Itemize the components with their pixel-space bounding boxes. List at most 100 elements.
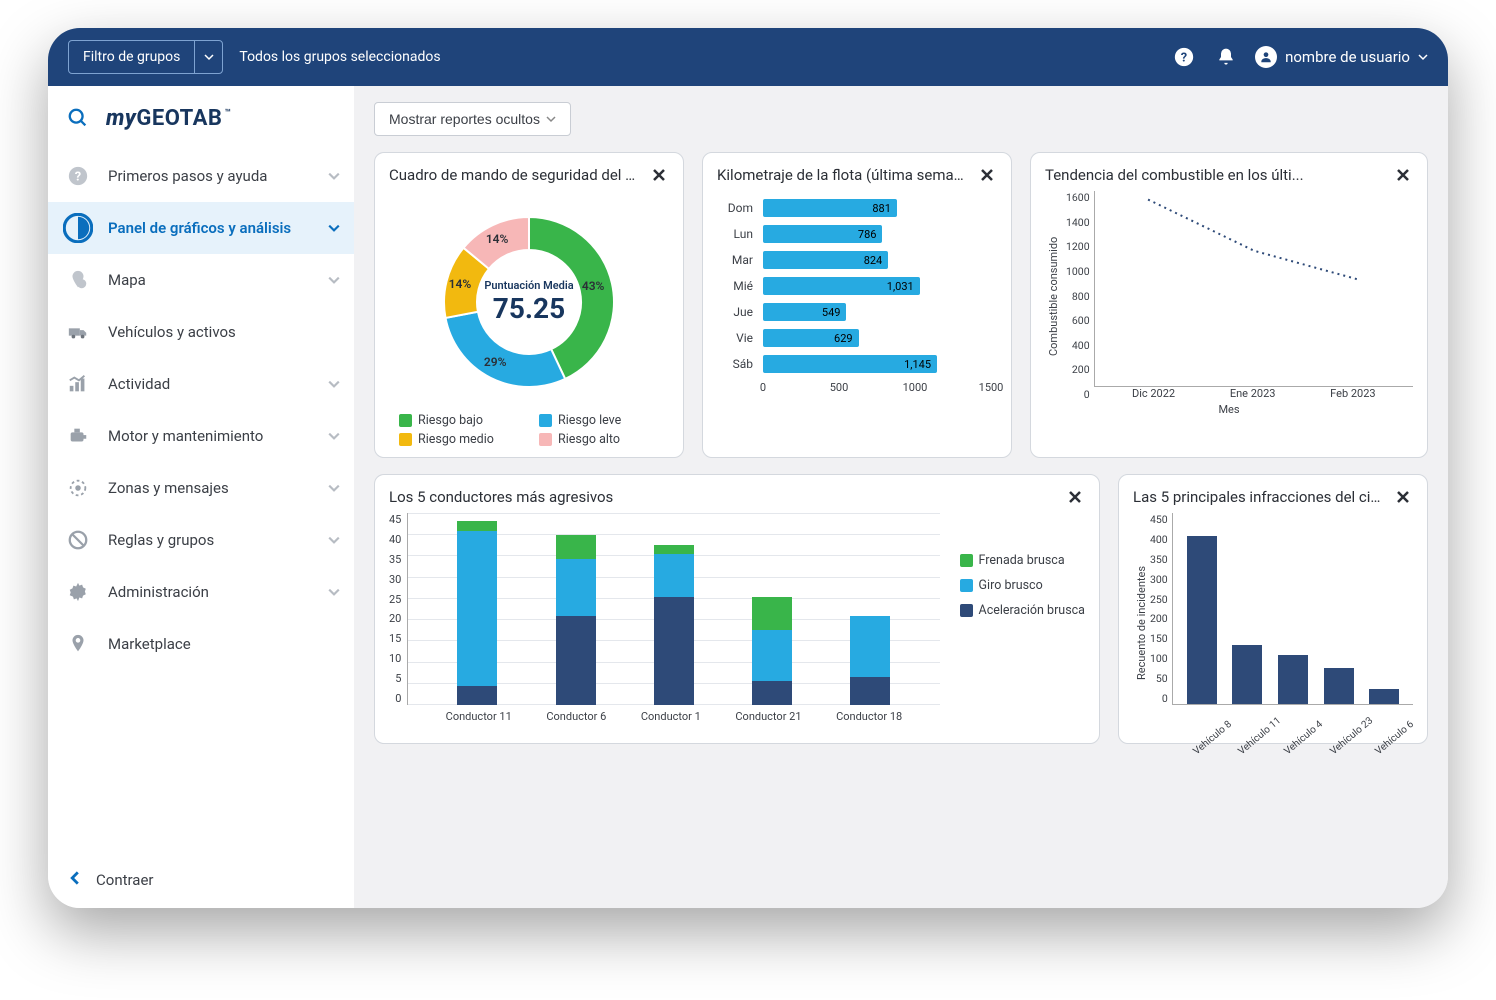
sb-chart: Recuento de incidentes 45040035030025020… bbox=[1133, 513, 1413, 733]
stack-legend: Frenada brusca Giro brusco Aceleración bru… bbox=[940, 513, 1085, 733]
help-circle-icon: ? bbox=[62, 160, 94, 192]
username-label: nombre de usuario bbox=[1285, 48, 1410, 66]
legend-item: Riesgo medio bbox=[399, 432, 519, 447]
sidebar-item-map-pin[interactable]: Mapa bbox=[48, 254, 354, 306]
card-title: Kilometraje de la flota (última semana) bbox=[717, 166, 967, 184]
group-filter-label: Filtro de grupos bbox=[69, 49, 194, 65]
hbar-row: Mié1,031 bbox=[717, 273, 991, 299]
donut-slice-label: 14% bbox=[449, 277, 472, 291]
sidebar-item-label: Panel de gráficos y análisis bbox=[108, 219, 314, 237]
truck-icon bbox=[62, 316, 94, 348]
chevron-down-icon bbox=[194, 41, 222, 73]
donut-chart: Puntuación Media 75.25 43%29%14%14% bbox=[424, 197, 634, 407]
card-title: Los 5 conductores más agresivos bbox=[389, 488, 613, 506]
chevron-down-icon bbox=[328, 167, 340, 186]
card-title: Las 5 principales infracciones del cint.… bbox=[1133, 488, 1383, 506]
donut-slice-label: 43% bbox=[582, 279, 605, 293]
sidebar-item-marketplace[interactable]: Marketplace bbox=[48, 618, 354, 670]
sidebar-item-help-circle[interactable]: ? Primeros pasos y ayuda bbox=[48, 150, 354, 202]
hbar-row: Lun786 bbox=[717, 221, 991, 247]
chevron-down-icon bbox=[1418, 52, 1428, 62]
hbar-row: Dom881 bbox=[717, 195, 991, 221]
card-safety-dashboard: Cuadro de mando de seguridad del co... P… bbox=[374, 152, 684, 458]
sidebar-item-gear[interactable]: Administración bbox=[48, 566, 354, 618]
search-icon[interactable] bbox=[64, 104, 92, 132]
sidebar-item-rules[interactable]: Reglas y grupos bbox=[48, 514, 354, 566]
sidebar-item-engine[interactable]: Motor y mantenimiento bbox=[48, 410, 354, 462]
svg-text:?: ? bbox=[1181, 51, 1187, 66]
sidebar-item-label: Reglas y grupos bbox=[108, 531, 314, 549]
user-icon bbox=[1255, 46, 1277, 68]
svg-text:?: ? bbox=[75, 170, 81, 185]
donut-slice-label: 29% bbox=[484, 355, 507, 369]
rules-icon bbox=[62, 524, 94, 556]
hbar-row: Sáb1,145 bbox=[717, 351, 991, 377]
chevron-down-icon bbox=[328, 427, 340, 446]
legend-item: Frenada brusca bbox=[960, 553, 1085, 568]
chevron-down-icon bbox=[328, 375, 340, 394]
map-pin-icon bbox=[62, 264, 94, 296]
card-seatbelt: Las 5 principales infracciones del cint.… bbox=[1118, 474, 1428, 744]
chevron-down-icon bbox=[328, 271, 340, 290]
chevron-down-icon bbox=[546, 114, 556, 124]
hbar-row: Vie629 bbox=[717, 325, 991, 351]
help-icon[interactable]: ? bbox=[1171, 44, 1197, 70]
card-fleet-mileage: Kilometraje de la flota (última semana) … bbox=[702, 152, 1012, 458]
sidebar-item-activity[interactable]: Actividad bbox=[48, 358, 354, 410]
sidebar-item-label: Marketplace bbox=[108, 635, 340, 653]
chevron-down-icon bbox=[328, 583, 340, 602]
close-icon[interactable] bbox=[1065, 487, 1085, 507]
sidebar-item-truck[interactable]: Vehículos y activos bbox=[48, 306, 354, 358]
hbar-row: Jue549 bbox=[717, 299, 991, 325]
legend-item: Riesgo bajo bbox=[399, 413, 519, 428]
card-top-drivers: Los 5 conductores más agresivos 45403530… bbox=[374, 474, 1100, 744]
close-icon[interactable] bbox=[1393, 165, 1413, 185]
collapse-button[interactable]: Contraer bbox=[48, 852, 354, 908]
sidebar: myGEOTAB™ ? Primeros pasos y ayuda Panel… bbox=[48, 86, 354, 908]
gear-icon bbox=[62, 576, 94, 608]
collapse-label: Contraer bbox=[96, 871, 154, 889]
chevron-down-icon bbox=[328, 479, 340, 498]
chevron-down-icon bbox=[328, 219, 340, 238]
sidebar-item-zones[interactable]: Zonas y mensajes bbox=[48, 462, 354, 514]
sidebar-item-label: Actividad bbox=[108, 375, 314, 393]
sidebar-item-label: Mapa bbox=[108, 271, 314, 289]
donut-slice-label: 14% bbox=[486, 232, 509, 246]
legend-item: Riesgo alto bbox=[539, 432, 659, 447]
dashboard-icon bbox=[62, 212, 94, 244]
topbar: Filtro de grupos Todos los grupos selecc… bbox=[48, 28, 1448, 86]
sidebar-item-label: Zonas y mensajes bbox=[108, 479, 314, 497]
chevron-left-icon bbox=[68, 871, 82, 889]
legend-item: Giro brusco bbox=[960, 578, 1085, 593]
legend-item: Aceleración brusca bbox=[960, 603, 1085, 618]
vbar-chart: Combustible consumido 160014001200100080… bbox=[1045, 191, 1413, 401]
main: Mostrar reportes ocultos Cuadro de mando… bbox=[354, 86, 1448, 908]
user-menu[interactable]: nombre de usuario bbox=[1255, 46, 1428, 68]
zones-icon bbox=[62, 472, 94, 504]
close-icon[interactable] bbox=[649, 165, 669, 185]
logo: myGEOTAB™ bbox=[106, 106, 231, 131]
groups-selected-text: Todos los grupos seleccionados bbox=[239, 49, 440, 65]
close-icon[interactable] bbox=[1393, 487, 1413, 507]
legend-item: Riesgo leve bbox=[539, 413, 659, 428]
sidebar-item-label: Vehículos y activos bbox=[108, 323, 340, 341]
card-title: Cuadro de mando de seguridad del co... bbox=[389, 166, 639, 184]
activity-icon bbox=[62, 368, 94, 400]
card-title: Tendencia del combustible en los últi... bbox=[1045, 166, 1304, 184]
hbar-row: Mar824 bbox=[717, 247, 991, 273]
sidebar-item-label: Administración bbox=[108, 583, 314, 601]
close-icon[interactable] bbox=[977, 165, 997, 185]
toggle-hidden-reports-button[interactable]: Mostrar reportes ocultos bbox=[374, 102, 571, 136]
hbar-chart: Dom881Lun786Mar824Mié1,031Jue549Vie629Sá… bbox=[717, 191, 997, 399]
card-fuel-trend: Tendencia del combustible en los últi...… bbox=[1030, 152, 1428, 458]
engine-icon bbox=[62, 420, 94, 452]
bell-icon[interactable] bbox=[1213, 44, 1239, 70]
chevron-down-icon bbox=[328, 531, 340, 550]
sidebar-item-dashboard[interactable]: Panel de gráficos y análisis bbox=[48, 202, 354, 254]
group-filter-dropdown[interactable]: Filtro de grupos bbox=[68, 40, 223, 74]
sidebar-item-label: Motor y mantenimiento bbox=[108, 427, 314, 445]
nav: ? Primeros pasos y ayuda Panel de gráfic… bbox=[48, 150, 354, 852]
marketplace-icon bbox=[62, 628, 94, 660]
sidebar-item-label: Primeros pasos y ayuda bbox=[108, 167, 314, 185]
donut-legend: Riesgo bajo Riesgo leve Riesgo medio Riesgo… bbox=[389, 411, 669, 447]
